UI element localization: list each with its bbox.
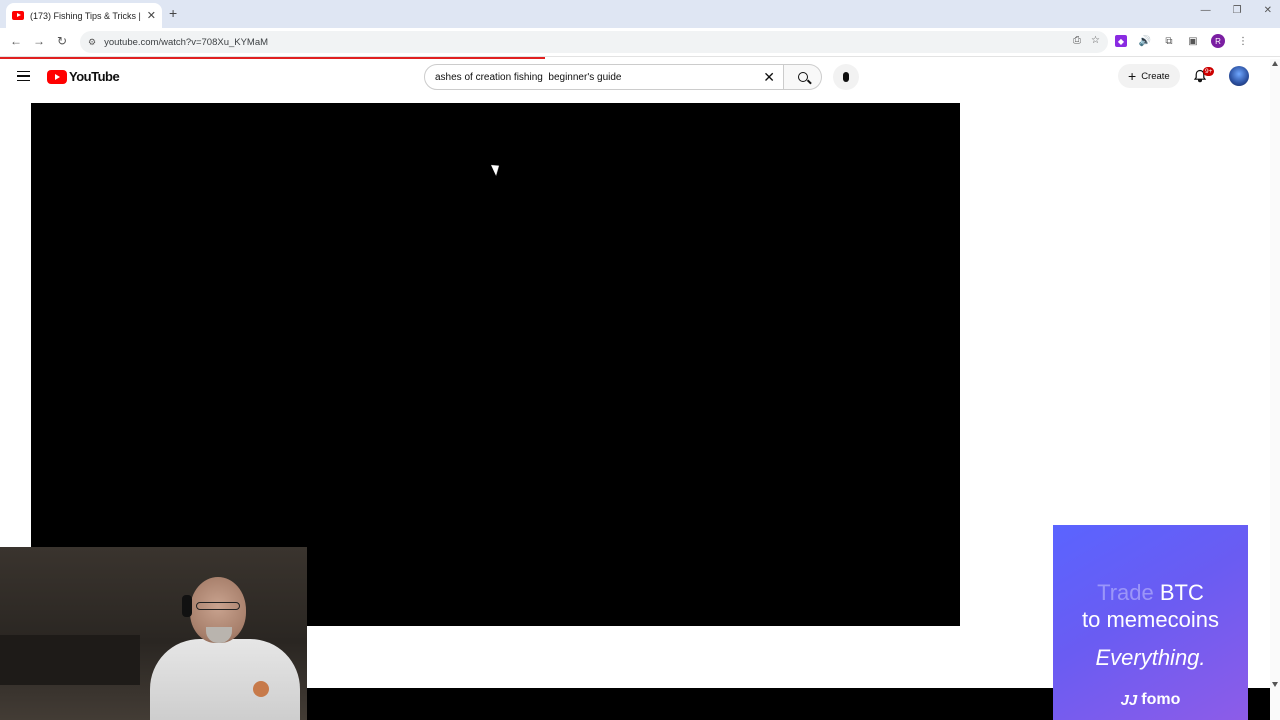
close-window-icon[interactable]: ✕: [1264, 5, 1272, 16]
youtube-play-icon: [47, 69, 67, 84]
browser-tab-strip: (173) Fishing Tips & Tricks | Ash ✕ + — …: [0, 0, 1280, 28]
search-button[interactable]: [784, 64, 822, 90]
youtube-masthead: YouTube ✕ + Create 9+: [0, 59, 1270, 95]
youtube-favicon-icon: [12, 11, 24, 20]
microphone-icon: [843, 72, 849, 82]
hamburger-menu-icon[interactable]: [17, 71, 30, 81]
fomo-logo-icon: JJ: [1120, 691, 1138, 709]
restore-icon[interactable]: ❐: [1233, 5, 1242, 16]
ad-headline-2: to memecoins: [1082, 607, 1219, 632]
minimize-icon[interactable]: —: [1201, 5, 1211, 16]
webcam-background-shelf: [0, 635, 140, 685]
extension-icons: ◆ 🔊 ⧉ ▣ R ⋮: [1115, 34, 1249, 48]
plus-icon: +: [1128, 68, 1137, 84]
ad-headline-1: Trade BTC: [1053, 580, 1248, 606]
webcam-person-glasses: [196, 602, 240, 610]
url-text: youtube.com/watch?v=708Xu_KYMaM: [104, 36, 269, 48]
browser-tab-active[interactable]: (173) Fishing Tips & Tricks | Ash ✕: [6, 3, 162, 28]
scroll-up-arrow-icon[interactable]: [1272, 61, 1278, 66]
install-app-icon[interactable]: ⎙: [1073, 35, 1081, 46]
scroll-down-arrow-icon[interactable]: [1272, 682, 1278, 687]
ad-headline-strong: BTC: [1153, 580, 1204, 605]
ad-headline-faded: Trade: [1097, 580, 1154, 605]
chrome-menu-icon[interactable]: ⋮: [1237, 35, 1249, 47]
site-info-icon[interactable]: ⚙: [88, 37, 96, 48]
webcam-overlay: [0, 547, 307, 720]
profile-avatar-icon[interactable]: R: [1211, 34, 1225, 48]
reload-icon[interactable]: ↻: [57, 34, 67, 48]
search-box: ✕: [424, 64, 784, 90]
tab-title: (173) Fishing Tips & Tricks | Ash: [30, 10, 143, 21]
speaker-icon[interactable]: 🔊: [1139, 35, 1151, 47]
webcam-person-body: [150, 639, 300, 720]
youtube-logo[interactable]: YouTube: [47, 69, 120, 84]
create-button[interactable]: + Create: [1118, 64, 1180, 88]
notification-count-badge: 9+: [1203, 67, 1215, 76]
browser-toolbar: ← → ↻ ⚙ youtube.com/watch?v=708Xu_KYMaM …: [0, 28, 1280, 57]
ad-brand: JJ fomo: [1053, 691, 1248, 709]
back-arrow-icon[interactable]: ←: [10, 34, 22, 48]
tab-close-icon[interactable]: ✕: [147, 9, 156, 22]
create-label: Create: [1141, 70, 1170, 82]
ad-brand-name: fomo: [1141, 691, 1181, 708]
bookmark-star-icon[interactable]: ☆: [1091, 35, 1100, 46]
side-panel-icon[interactable]: ▣: [1187, 35, 1199, 47]
sidebar-ad[interactable]: Trade BTC to memecoins Everything. JJ fo…: [1053, 525, 1248, 720]
window-controls: — ❐ ✕: [1201, 5, 1272, 16]
ad-headline-3: Everything.: [1095, 645, 1206, 670]
youtube-logo-text: YouTube: [69, 69, 120, 84]
puzzle-extensions-icon[interactable]: ⧉: [1163, 35, 1175, 47]
account-avatar[interactable]: [1229, 66, 1249, 86]
address-bar[interactable]: ⚙ youtube.com/watch?v=708Xu_KYMaM ⎙ ☆: [80, 31, 1108, 53]
extension-purple-icon[interactable]: ◆: [1115, 35, 1127, 47]
voice-search-button[interactable]: [833, 64, 859, 90]
clear-search-icon[interactable]: ✕: [763, 69, 775, 86]
search-input[interactable]: [435, 71, 755, 83]
search-icon: [797, 72, 808, 82]
page-scrollbar[interactable]: [1270, 59, 1280, 720]
webcam-headset: [182, 595, 192, 617]
forward-arrow-icon[interactable]: →: [33, 34, 45, 48]
webcam-shirt-logo: [253, 681, 269, 697]
new-tab-button[interactable]: +: [169, 5, 177, 21]
